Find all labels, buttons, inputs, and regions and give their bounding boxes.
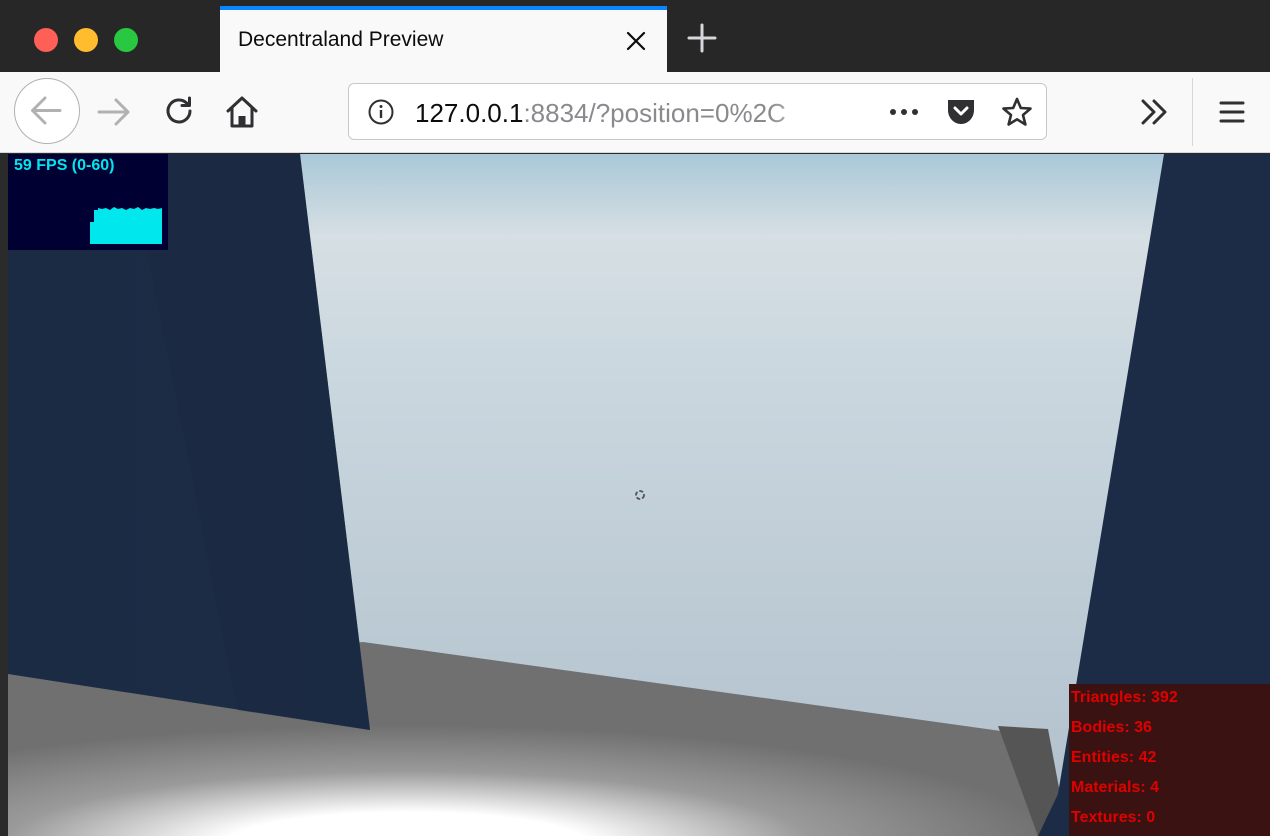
window-close-button[interactable] bbox=[34, 28, 58, 52]
info-icon[interactable] bbox=[367, 98, 395, 126]
url-text[interactable]: 127.0.0.1:8834/?position=0%2C bbox=[415, 98, 815, 129]
stat-materials: Materials: 4 bbox=[1071, 779, 1160, 796]
reload-icon[interactable] bbox=[162, 94, 196, 128]
scene-viewport[interactable]: 59 FPS (0-60) Triangles: 392 Bodies: 36 … bbox=[8, 154, 1270, 836]
double-chevron-right-icon[interactable] bbox=[1140, 98, 1170, 126]
fps-label: 59 FPS (0-60) bbox=[14, 157, 115, 174]
home-icon[interactable] bbox=[224, 94, 260, 130]
plus-icon[interactable] bbox=[686, 22, 718, 54]
nav-toolbar: 127.0.0.1:8834/?position=0%2C bbox=[0, 72, 1270, 153]
url-host: 127.0.0.1 bbox=[415, 98, 524, 128]
stat-triangles: Triangles: 392 bbox=[1071, 689, 1178, 706]
crosshair-icon bbox=[634, 488, 646, 500]
stats-panel: Triangles: 392 Bodies: 36 Entities: 42 M… bbox=[1069, 684, 1270, 836]
stat-bodies: Bodies: 36 bbox=[1071, 719, 1152, 736]
window-zoom-button[interactable] bbox=[114, 28, 138, 52]
url-fade bbox=[769, 88, 829, 134]
pocket-icon[interactable] bbox=[945, 97, 977, 127]
window-minimize-button[interactable] bbox=[74, 28, 98, 52]
ellipsis-icon[interactable] bbox=[887, 102, 921, 122]
hamburger-menu-icon[interactable] bbox=[1218, 98, 1246, 126]
fps-panel[interactable]: 59 FPS (0-60) bbox=[8, 154, 168, 250]
tab-active[interactable]: Decentraland Preview bbox=[220, 6, 667, 72]
url-path: :8834/?position=0%2C bbox=[523, 98, 786, 128]
fps-graph bbox=[90, 207, 162, 244]
tab-title: Decentraland Preview bbox=[238, 28, 444, 51]
stat-entities: Entities: 42 bbox=[1071, 749, 1157, 766]
close-icon[interactable] bbox=[623, 28, 649, 54]
star-icon[interactable] bbox=[1001, 96, 1033, 128]
url-bar[interactable]: 127.0.0.1:8834/?position=0%2C bbox=[348, 83, 1047, 140]
stat-textures: Textures: 0 bbox=[1071, 809, 1156, 826]
back-button[interactable] bbox=[14, 78, 80, 144]
tab-strip: Decentraland Preview bbox=[0, 0, 1270, 72]
arrow-right-icon[interactable] bbox=[96, 96, 132, 128]
toolbar-divider bbox=[1192, 78, 1193, 146]
arrow-left-icon bbox=[31, 96, 62, 125]
